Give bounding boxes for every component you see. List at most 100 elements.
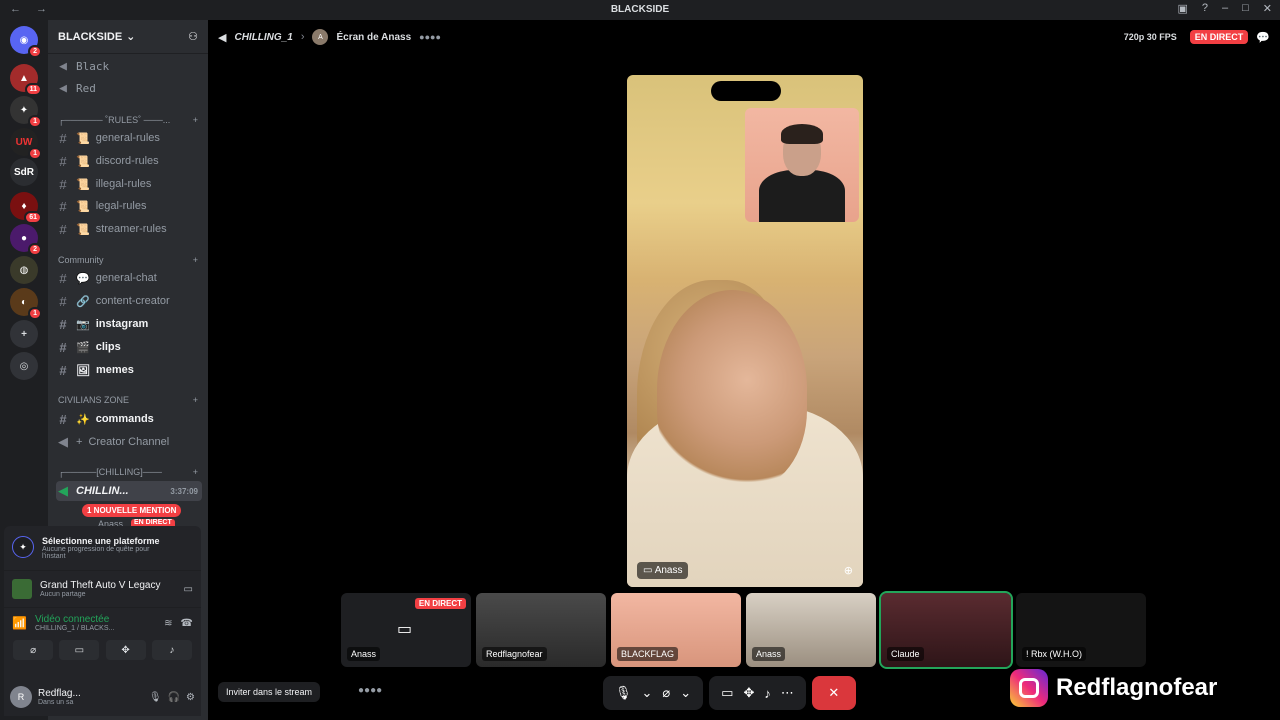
gear-icon[interactable]: ⚙ [186, 692, 195, 703]
hash-icon: # [59, 316, 67, 332]
monitor-icon: ▭ [397, 621, 413, 638]
speaker-icon: ◀ [59, 80, 67, 96]
disconnect-icon[interactable]: ☎ [181, 618, 193, 629]
inbox-icon[interactable]: ▣ [1177, 2, 1187, 15]
unread-badge: 1 [28, 115, 42, 128]
noise-suppression-icon[interactable]: ≋ [164, 618, 172, 629]
add-server-icon[interactable]: + [10, 320, 38, 348]
zoom-icon[interactable]: ⊕ [844, 564, 853, 577]
screen-share-icon[interactable]: ▭ [59, 640, 100, 660]
server-icon[interactable]: ◐ 1 [10, 288, 42, 320]
voice-status-row: 📶 Vidéo connectée CHILLING_1 / BLACKS...… [12, 614, 193, 632]
invite-icon[interactable]: ⚇ [188, 30, 198, 43]
explore-icon[interactable]: ◎ [10, 352, 38, 380]
leave-call-button[interactable]: ✕ [811, 676, 856, 710]
participant-tiles: EN DIRECT ▭ Anass Redflagnofear BLACKFLA… [341, 591, 1146, 669]
channel-memes[interactable]: # 🖼 memes [56, 360, 202, 380]
discord-home-icon[interactable]: ◉ 2 [10, 26, 42, 58]
hash-icon: # [59, 153, 67, 169]
channel-general-chat[interactable]: # 💬 general-chat [56, 268, 202, 288]
channel-illegal-rules[interactable]: # 📜 illegal-rules [56, 174, 202, 194]
viewer-avatars[interactable]: ●●●● [358, 685, 382, 696]
server-icon[interactable]: ▲ 11 [10, 64, 42, 96]
server-icon[interactable]: ♦ 61 [10, 192, 42, 224]
category-community[interactable]: Community + [58, 252, 198, 268]
platform-row[interactable]: ✦ Sélectionne une plateforme Aucune prog… [4, 526, 201, 571]
stream-video[interactable]: ▭ Anass ⊕ [627, 75, 863, 587]
add-channel-icon[interactable]: + [193, 395, 198, 405]
activity-panel: ✦ Sélectionne une plateforme Aucune prog… [4, 526, 201, 678]
unread-badge: 2 [28, 45, 42, 58]
channel-clips[interactable]: # 🎬 clips [56, 337, 202, 357]
soundboard-icon[interactable]: ♪ [151, 640, 192, 660]
server-header[interactable]: BLACKSIDE ⌄ ⚇ [48, 20, 208, 54]
voice-channel-red[interactable]: ◀ Red [56, 78, 202, 98]
avatar[interactable]: R [10, 686, 32, 708]
channel-streamer-rules[interactable]: # 📜 streamer-rules [56, 219, 202, 239]
stream-label: ▭ Anass [637, 562, 689, 579]
participant-tile[interactable]: ! Rbx (W.H.O) [1016, 593, 1146, 667]
microphone-icon[interactable]: 🎙 [149, 692, 162, 703]
call-controls: 🎙 ⌄ ⌀ ⌄ ▭ ✥ ♪ ⋯ ✕ [603, 676, 856, 710]
server-icon[interactable]: UW 1 [10, 128, 42, 160]
category-chilling[interactable]: ┌─────[CHILLING]─── + [58, 464, 198, 480]
mute-button[interactable]: 🎙 ⌄ ⌀ ⌄ [603, 676, 704, 710]
server-icon[interactable]: ◍ [10, 256, 38, 284]
game-row[interactable]: Grand Theft Auto V Legacy Aucun partage … [4, 571, 201, 608]
channel-content-creator[interactable]: # 🔗 content-creator [56, 291, 202, 311]
category-rules[interactable]: ┌────── ˚RULES˚ ───... + [58, 112, 198, 128]
channel-discord-rules[interactable]: # 📜 discord-rules [56, 151, 202, 171]
add-channel-icon[interactable]: + [193, 115, 198, 125]
hash-icon: # [59, 270, 67, 286]
chat-icon[interactable]: 💬 [1256, 31, 1270, 44]
unread-badge: 61 [24, 211, 42, 224]
hash-icon: # [59, 362, 67, 378]
hash-icon: # [59, 198, 67, 214]
participant-tile[interactable]: Redflagnofear [476, 593, 606, 667]
add-channel-icon[interactable]: + [193, 255, 198, 265]
camera-off-icon[interactable]: ⌀ [13, 640, 54, 660]
speaker-icon: ◀ [59, 58, 67, 74]
participant-tile[interactable]: Anass [746, 593, 876, 667]
channel-creator-channel[interactable]: ◀ + Creator Channel [56, 432, 202, 452]
hash-icon: # [59, 293, 67, 309]
server-icon[interactable]: ● 2 [10, 224, 42, 256]
activities-icon[interactable]: ✥ [105, 640, 146, 660]
invite-to-stream-button[interactable]: Inviter dans le stream [218, 682, 321, 702]
server-icon[interactable]: ✦ 1 [10, 96, 42, 128]
camera-notch [711, 81, 781, 101]
share-screen-icon[interactable]: ▭ [184, 584, 193, 595]
help-icon[interactable]: ? [1202, 2, 1208, 15]
stream-actions[interactable]: ▭ ✥ ♪ ⋯ [709, 676, 806, 710]
participant-tile[interactable]: BLACKFLAG [611, 593, 741, 667]
voice-channel-chilling[interactable]: ◀ CHILLIN... 3:37:09 [56, 481, 202, 501]
maximize-icon[interactable]: □ [1242, 2, 1249, 15]
participants-avatars[interactable]: ●●●● [419, 32, 441, 42]
new-mention-pill[interactable]: 1 NOUVELLE MENTION [82, 504, 182, 517]
scroll-icon: 📜 [76, 200, 90, 213]
link-icon: 🔗 [76, 295, 90, 308]
hash-icon: # [59, 339, 67, 355]
minimize-icon[interactable]: – [1222, 2, 1228, 15]
stage: ◀ CHILLING_1 › A Écran de Anass ●●●● 720… [208, 20, 1280, 720]
instagram-icon [1010, 669, 1048, 707]
channel-commands[interactable]: # ✨ commands [56, 409, 202, 429]
voice-channel-black[interactable]: ◀ Black [56, 56, 202, 76]
server-icon[interactable]: SdR [10, 158, 38, 186]
add-channel-icon[interactable]: + [193, 467, 198, 477]
category-civilians-zone[interactable]: CIVILIANS ZONE + [58, 392, 198, 408]
channel-instagram[interactable]: # 📷 instagram [56, 314, 202, 334]
participant-tile[interactable]: Claude [879, 591, 1013, 669]
channel-general-rules[interactable]: # 📜 general-rules [56, 128, 202, 148]
hang-up-icon: ✕ [828, 685, 840, 700]
participant-tile[interactable]: EN DIRECT ▭ Anass [341, 593, 471, 667]
channel-legal-rules[interactable]: # 📜 legal-rules [56, 196, 202, 216]
close-icon[interactable]: ✕ [1263, 2, 1272, 15]
live-badge: EN DIRECT [1189, 30, 1249, 44]
server-name: BLACKSIDE [58, 30, 123, 43]
window-controls[interactable]: ▣ ? – □ ✕ [1177, 2, 1272, 15]
headphones-icon[interactable]: 🎧 [168, 692, 180, 703]
sparkles-icon: ✨ [76, 413, 90, 426]
title-bar: ← → BLACKSIDE ▣ ? – □ ✕ [0, 0, 1280, 20]
quality-badge: 720p 30 FPS [1123, 32, 1177, 42]
